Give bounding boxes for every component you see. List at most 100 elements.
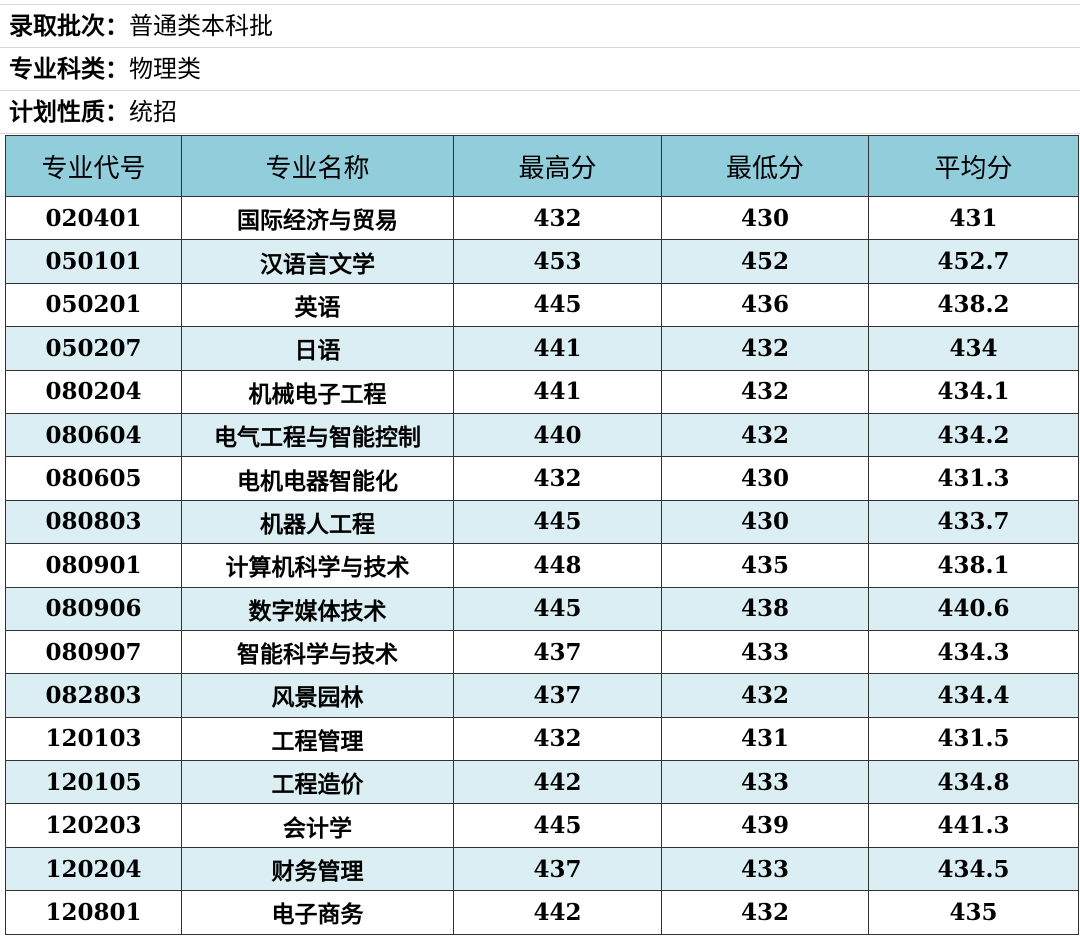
major-code-cell: 120103	[5, 716, 182, 762]
table-row: 082803 风景园林 437 432 434.4	[5, 673, 1079, 718]
min-score-cell: 432	[661, 326, 869, 371]
header-major-code: 专业代号	[5, 135, 182, 197]
max-score-cell: 445	[453, 282, 662, 328]
table-row: 080605 电机电器智能化 432 430 431.3	[5, 456, 1079, 501]
max-score-cell: 448	[453, 543, 662, 588]
plan-type-row: 计划性质：统招	[0, 91, 1080, 134]
min-score-cell: 433	[661, 629, 869, 675]
major-name-cell: 汉语言文学	[181, 239, 454, 284]
major-name-cell: 工程造价	[181, 760, 454, 805]
avg-score-cell: 441.3	[868, 803, 1079, 848]
table-row: 050201 英语 445 436 438.2	[5, 282, 1079, 328]
min-score-cell: 430	[661, 456, 869, 501]
avg-score-cell: 431.3	[868, 456, 1079, 501]
plan-type-value: 统招	[129, 98, 177, 126]
min-score-cell: 432	[661, 412, 869, 458]
major-name-cell: 会计学	[181, 803, 454, 848]
table-row: 080604 电气工程与智能控制 440 432 434.2	[5, 412, 1079, 458]
avg-score-cell: 434.5	[868, 846, 1079, 892]
table-row: 050207 日语 441 432 434	[5, 326, 1079, 371]
min-score-cell: 433	[661, 760, 869, 805]
min-score-cell: 431	[661, 716, 869, 762]
table-row: 120801 电子商务 442 432 435	[5, 890, 1079, 935]
table-row: 080901 计算机科学与技术 448 435 438.1	[5, 543, 1079, 588]
max-score-cell: 437	[453, 629, 662, 675]
max-score-cell: 442	[453, 890, 662, 935]
major-name-cell: 风景园林	[181, 673, 454, 718]
major-code-cell: 080803	[5, 499, 182, 545]
major-code-cell: 080906	[5, 586, 182, 631]
table-header-row: 专业代号 专业名称 最高分 最低分 平均分	[5, 135, 1079, 197]
max-score-cell: 440	[453, 412, 662, 458]
table-row: 080803 机器人工程 445 430 433.7	[5, 499, 1079, 545]
avg-score-cell: 452.7	[868, 239, 1079, 284]
max-score-cell: 445	[453, 499, 662, 545]
major-name-cell: 电气工程与智能控制	[181, 412, 454, 458]
table-row: 120105 工程造价 442 433 434.8	[5, 760, 1079, 805]
table-body: 020401 国际经济与贸易 432 430 431 050101 汉语言文学 453 452 4…	[5, 195, 1079, 935]
major-name-cell: 机器人工程	[181, 499, 454, 545]
min-score-cell: 432	[661, 369, 869, 414]
score-table: 专业代号 专业名称 最高分 最低分 平均分 020401 国际经济与贸易 432 43…	[5, 135, 1079, 935]
major-category-label: 专业科类：	[9, 55, 129, 83]
table-row: 020401 国际经济与贸易 432 430 431	[5, 195, 1079, 241]
major-code-cell: 080901	[5, 543, 182, 588]
table-row: 050101 汉语言文学 453 452 452.7	[5, 239, 1079, 284]
min-score-cell: 438	[661, 586, 869, 631]
max-score-cell: 432	[453, 195, 662, 241]
avg-score-cell: 431.5	[868, 716, 1079, 762]
avg-score-cell: 438.2	[868, 282, 1079, 328]
min-score-cell: 435	[661, 543, 869, 588]
major-name-cell: 机械电子工程	[181, 369, 454, 414]
avg-score-cell: 434.4	[868, 673, 1079, 718]
admission-batch-value: 普通类本科批	[129, 12, 273, 40]
avg-score-cell: 431	[868, 195, 1079, 241]
major-name-cell: 工程管理	[181, 716, 454, 762]
major-category-value: 物理类	[129, 55, 201, 83]
table-row: 080907 智能科学与技术 437 433 434.3	[5, 629, 1079, 675]
max-score-cell: 441	[453, 326, 662, 371]
avg-score-cell: 433.7	[868, 499, 1079, 545]
major-code-cell: 050207	[5, 326, 182, 371]
major-code-cell: 120105	[5, 760, 182, 805]
header-avg-score: 平均分	[868, 135, 1079, 197]
major-code-cell: 080204	[5, 369, 182, 414]
major-name-cell: 日语	[181, 326, 454, 371]
min-score-cell: 439	[661, 803, 869, 848]
table-row: 120204 财务管理 437 433 434.5	[5, 846, 1079, 892]
avg-score-cell: 434	[868, 326, 1079, 371]
admission-batch-label: 录取批次：	[9, 12, 129, 40]
major-name-cell: 智能科学与技术	[181, 629, 454, 675]
major-code-cell: 120801	[5, 890, 182, 935]
major-code-cell: 050201	[5, 282, 182, 328]
table-row: 080906 数字媒体技术 445 438 440.6	[5, 586, 1079, 631]
min-score-cell: 432	[661, 890, 869, 935]
max-score-cell: 445	[453, 586, 662, 631]
major-name-cell: 财务管理	[181, 846, 454, 892]
min-score-cell: 430	[661, 195, 869, 241]
avg-score-cell: 434.2	[868, 412, 1079, 458]
major-name-cell: 电子商务	[181, 890, 454, 935]
major-code-cell: 080907	[5, 629, 182, 675]
max-score-cell: 441	[453, 369, 662, 414]
plan-type-label: 计划性质：	[9, 98, 129, 126]
admission-batch-row: 录取批次：普通类本科批	[0, 5, 1080, 48]
min-score-cell: 452	[661, 239, 869, 284]
major-code-cell: 080604	[5, 412, 182, 458]
major-name-cell: 数字媒体技术	[181, 586, 454, 631]
major-name-cell: 电机电器智能化	[181, 456, 454, 501]
min-score-cell: 433	[661, 846, 869, 892]
max-score-cell: 432	[453, 456, 662, 501]
major-code-cell: 120204	[5, 846, 182, 892]
max-score-cell: 437	[453, 673, 662, 718]
major-code-cell: 020401	[5, 195, 182, 241]
major-code-cell: 080605	[5, 456, 182, 501]
header-min-score: 最低分	[661, 135, 869, 197]
avg-score-cell: 438.1	[868, 543, 1079, 588]
min-score-cell: 432	[661, 673, 869, 718]
major-category-row: 专业科类：物理类	[0, 48, 1080, 91]
min-score-cell: 430	[661, 499, 869, 545]
major-name-cell: 国际经济与贸易	[181, 195, 454, 241]
avg-score-cell: 434.1	[868, 369, 1079, 414]
major-name-cell: 计算机科学与技术	[181, 543, 454, 588]
